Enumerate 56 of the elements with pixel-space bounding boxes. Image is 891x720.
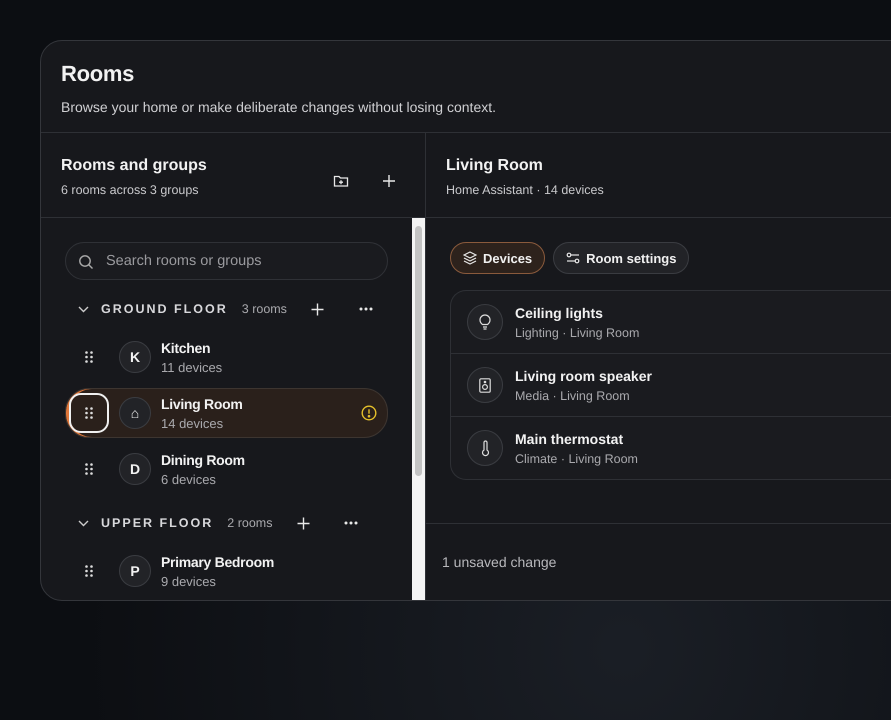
detail-subtitle: Home Assistant · 14 devices [446, 183, 605, 197]
grip-icon [85, 407, 93, 419]
search-field[interactable]: Search rooms or groups [65, 242, 388, 280]
device-row[interactable]: Main thermostat Climate · Living Room [451, 417, 891, 479]
room-item[interactable]: ⌂ Living Room 14 devices [65, 388, 388, 438]
plus-icon [296, 516, 310, 530]
room-name: Dining Room [161, 452, 246, 468]
thermometer-icon [480, 440, 490, 456]
plus-icon [311, 302, 324, 316]
plus-icon [382, 174, 396, 188]
room-item[interactable]: P Primary Bedroom 9 devices [65, 546, 388, 596]
room-device-count: 11 devices [161, 360, 224, 374]
group-name: GROUND FLOOR [101, 302, 228, 316]
tab[interactable]: Devices [450, 242, 546, 274]
device-meta: Climate · Living Room [515, 452, 638, 466]
group-count: 3 rooms [242, 302, 287, 316]
group-name: UPPER FLOOR [101, 516, 214, 530]
tab[interactable]: Room settings [553, 242, 690, 274]
grip-icon [85, 351, 93, 363]
room-avatar: K [119, 341, 151, 373]
drag-handle[interactable] [69, 393, 109, 433]
room-avatar: D [119, 453, 151, 485]
device-row[interactable]: Ceiling lights Lighting · Living Room [451, 291, 891, 354]
room-device-count: 9 devices [161, 574, 217, 588]
sidebar-title: Rooms and groups [61, 157, 207, 175]
device-meta: Media · Living Room [515, 388, 631, 402]
room-name: Primary Bedroom [161, 554, 275, 570]
window-title: Rooms [61, 61, 136, 87]
room-device-count: 6 devices [161, 472, 217, 486]
device-meta: Lighting · Living Room [515, 326, 640, 340]
scrollbar[interactable] [412, 218, 425, 600]
room-name: Living Room [161, 396, 244, 412]
folder-plus-icon [333, 173, 349, 189]
layers-icon [463, 251, 477, 265]
room-item[interactable]: D Dining Room 6 devices [65, 444, 388, 494]
grip-icon [85, 463, 93, 475]
device-row[interactable]: Living room speaker Media · Living Room [451, 354, 891, 417]
sidebar-subtitle: 6 rooms across 3 groups [61, 183, 200, 197]
window-subtitle: Browse your home or make deliberate changes without losing context. [61, 99, 498, 115]
grip-icon [85, 565, 93, 577]
device-name: Living room speaker [515, 368, 652, 384]
ellipsis-icon [358, 307, 373, 311]
room-avatar: ⌂ [119, 397, 151, 429]
unsaved-status: 1 unsaved change [442, 554, 556, 570]
room-item[interactable]: K Kitchen 11 devices [65, 332, 388, 382]
group-count: 2 rooms [227, 516, 272, 530]
device-name: Main thermostat [515, 430, 624, 446]
room-avatar: P [119, 555, 151, 587]
light-bulb-icon [478, 314, 492, 330]
sliders-icon [566, 251, 580, 265]
room-device-count: 14 devices [161, 416, 224, 430]
ellipsis-icon [344, 521, 358, 525]
speaker-icon [479, 378, 491, 392]
device-name: Ceiling lights [515, 304, 604, 320]
detail-title: Living Room [446, 157, 544, 175]
room-name: Kitchen [161, 340, 212, 356]
